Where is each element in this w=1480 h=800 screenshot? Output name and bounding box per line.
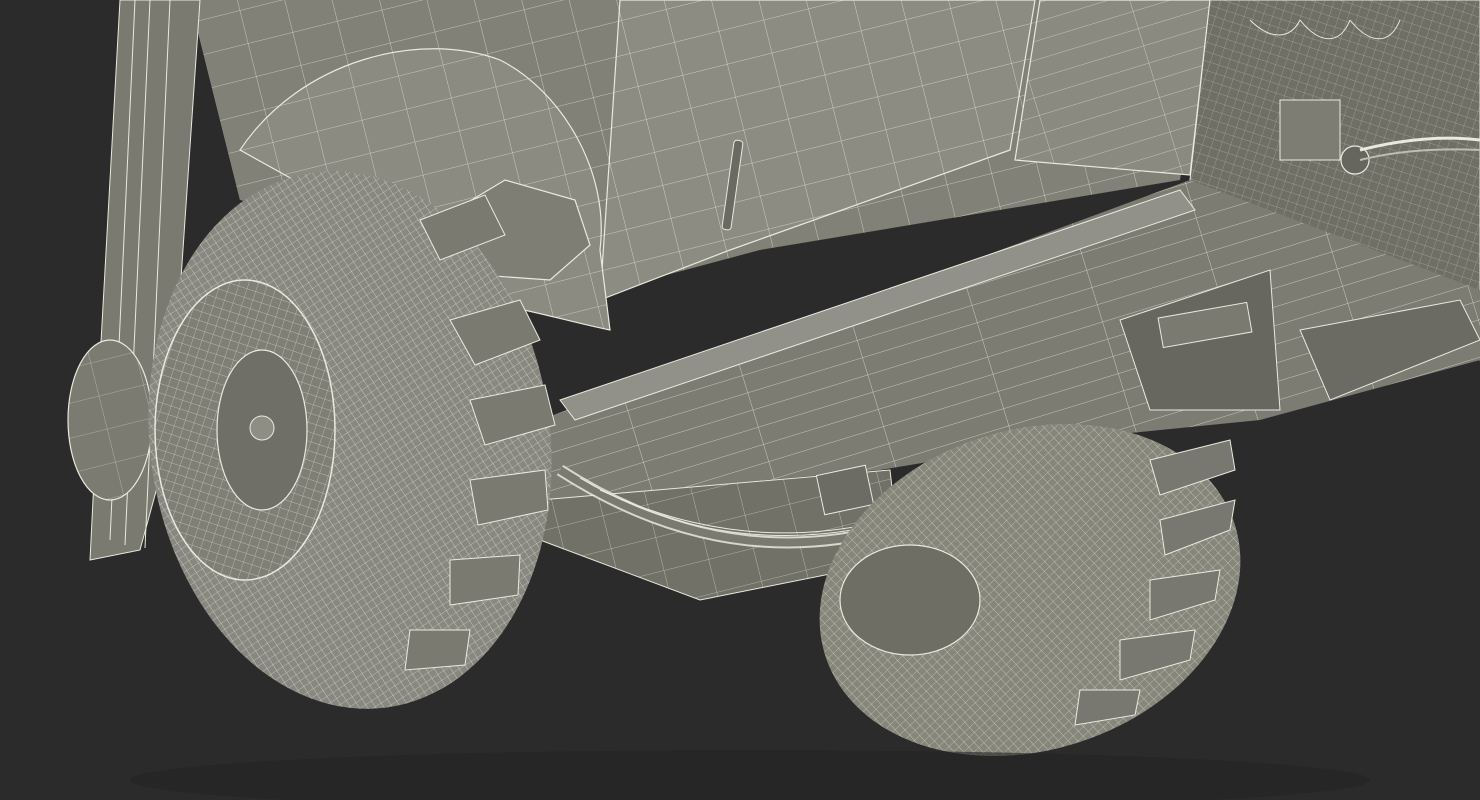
ground-shadow	[130, 750, 1370, 800]
wireframe-render	[67, 0, 1480, 800]
render-viewport	[0, 0, 1480, 800]
